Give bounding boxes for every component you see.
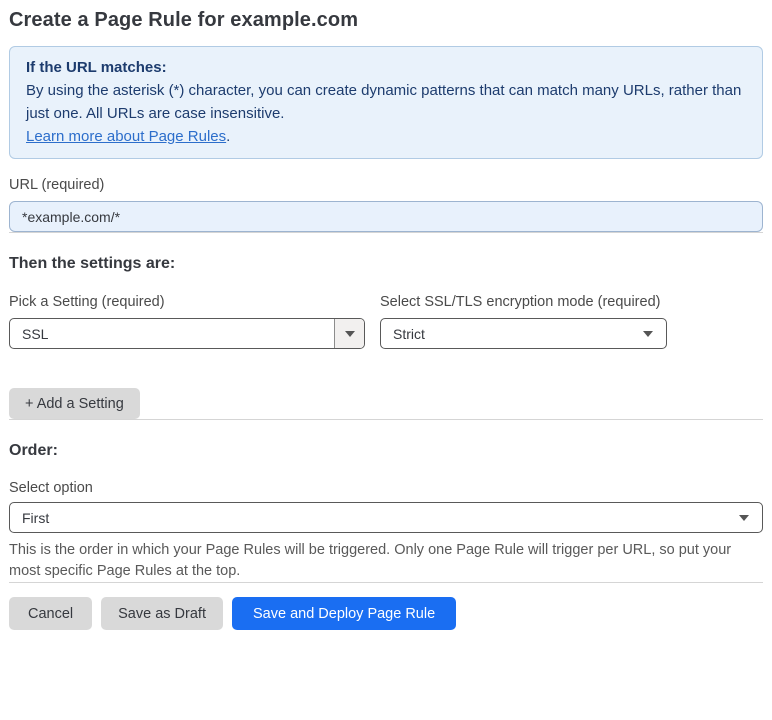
save-as-draft-button[interactable]: Save as Draft [101,597,223,630]
ssl-mode-select[interactable]: Strict [380,318,667,349]
cancel-button[interactable]: Cancel [9,597,93,630]
save-and-deploy-button[interactable]: Save and Deploy Page Rule [231,597,457,630]
order-section-heading: Order: [9,442,58,459]
link-period: . [226,128,231,145]
url-field-label: URL (required) [9,177,105,193]
order-help-text: This is the order in which your Page Rul… [9,542,732,579]
pick-setting-group: Pick a Setting (required) SSL [9,294,365,349]
order-select[interactable]: First [9,502,763,533]
url-match-info-box: If the URL matches: By using the asteris… [9,46,763,159]
info-box-link-line: Learn more about Page Rules. [26,125,746,148]
chevron-down-icon [334,319,364,348]
pick-setting-select[interactable]: SSL [9,318,365,349]
ssl-mode-label: Select SSL/TLS encryption mode (required… [380,294,661,310]
page-title: Create a Page Rule for example.com [9,9,359,31]
settings-section-heading: Then the settings are: [9,255,176,272]
chevron-down-icon [739,514,749,521]
section-divider [9,232,763,233]
chevron-down-icon [643,330,653,337]
learn-more-link[interactable]: Learn more about Page Rules [26,128,226,145]
settings-row: Pick a Setting (required) SSL Select SSL… [9,294,763,349]
add-setting-button[interactable]: + Add a Setting [9,388,140,419]
pick-setting-value: SSL [22,325,49,342]
ssl-mode-value: Strict [393,325,425,342]
order-select-value: First [22,509,50,526]
info-box-body: By using the asterisk (*) character, you… [26,82,742,122]
ssl-mode-group: Select SSL/TLS encryption mode (required… [380,294,667,349]
section-divider [9,419,763,420]
order-select-label: Select option [9,480,93,496]
footer-divider [9,582,763,583]
info-box-heading: If the URL matches: [26,59,167,76]
pick-setting-label: Pick a Setting (required) [9,294,165,310]
actions-row: Cancel Save as Draft Save and Deploy Pag… [9,597,763,630]
url-input[interactable] [9,201,763,232]
